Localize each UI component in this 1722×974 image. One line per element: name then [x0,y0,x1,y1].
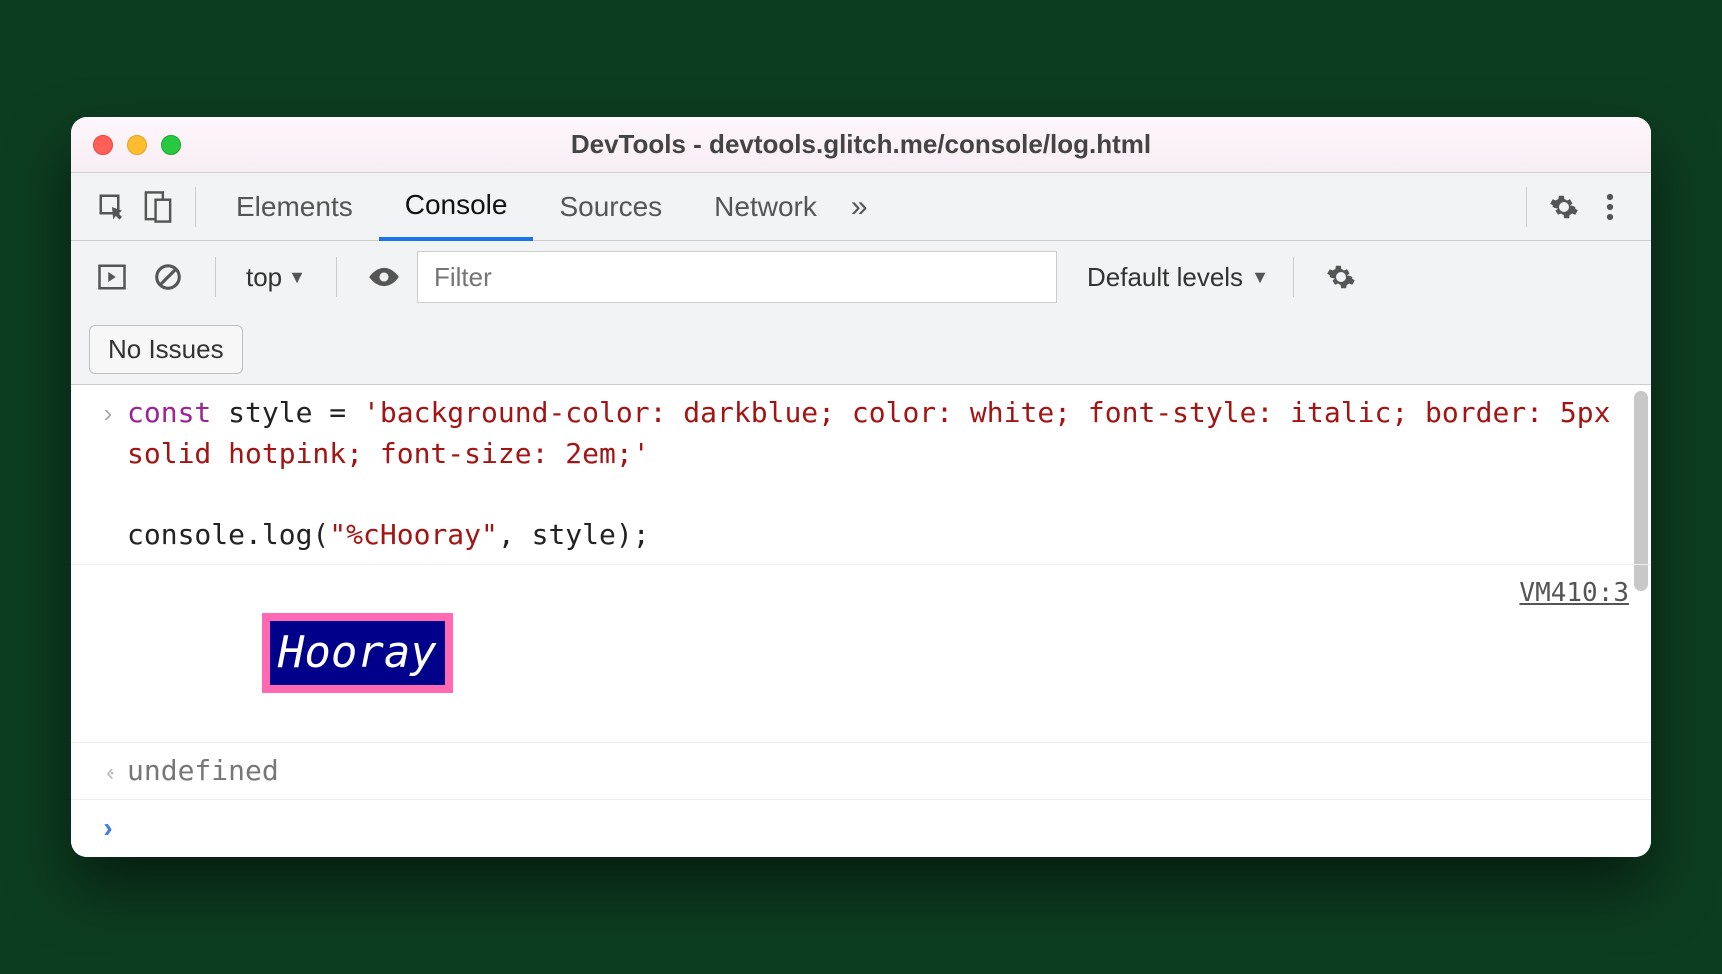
chevron-down-icon: ▼ [1251,267,1269,288]
console-output: const style = 'background-color: darkblu… [71,385,1651,857]
inspect-element-icon[interactable] [89,184,135,230]
divider [1526,187,1527,227]
console-settings-gear-icon[interactable] [1318,254,1364,300]
output-chevron-icon [89,751,127,792]
issues-button[interactable]: No Issues [89,325,243,374]
source-link[interactable]: VM410:3 [1519,575,1629,613]
execution-context-selector[interactable]: top ▼ [240,262,312,293]
chevron-down-icon: ▼ [288,267,306,288]
settings-gear-icon[interactable] [1541,184,1587,230]
return-value: undefined [127,751,1633,792]
filter-input[interactable] [417,251,1057,303]
console-prompt-input[interactable] [127,808,1633,849]
prompt-chevron-icon [89,808,127,849]
levels-label: Default levels [1087,262,1243,293]
more-tabs-icon[interactable]: » [851,190,868,224]
console-prompt-row[interactable] [71,800,1651,857]
console-code[interactable]: const style = 'background-color: darkblu… [127,393,1633,555]
console-sidebar-toggle-icon[interactable] [89,254,135,300]
gutter [89,573,127,734]
console-return-row: undefined [71,743,1651,801]
tab-sources[interactable]: Sources [533,173,688,241]
window-title: DevTools - devtools.glitch.me/console/lo… [71,129,1651,160]
live-expression-eye-icon[interactable] [361,254,407,300]
divider [336,257,337,297]
tab-elements[interactable]: Elements [210,173,379,241]
divider [1293,257,1294,297]
console-message: Hooray [127,573,1633,734]
tab-bar: Elements Console Sources Network » [71,173,1651,241]
input-chevron-icon [89,393,127,555]
console-input-row: const style = 'background-color: darkblu… [71,385,1651,564]
console-log-row: Hooray VM410:3 [71,565,1651,743]
devtools-window: DevTools - devtools.glitch.me/console/lo… [71,117,1651,857]
styled-log-output: Hooray [262,613,453,693]
clear-console-icon[interactable] [145,254,191,300]
tab-network[interactable]: Network [688,173,843,241]
log-levels-selector[interactable]: Default levels ▼ [1087,262,1269,293]
tab-console[interactable]: Console [379,173,534,241]
divider [215,257,216,297]
divider [195,187,196,227]
more-menu-icon[interactable] [1587,184,1633,230]
titlebar: DevTools - devtools.glitch.me/console/lo… [71,117,1651,173]
device-toolbar-icon[interactable] [135,184,181,230]
console-toolbar: top ▼ Default levels ▼ No Issues [71,241,1651,385]
context-label: top [246,262,282,293]
